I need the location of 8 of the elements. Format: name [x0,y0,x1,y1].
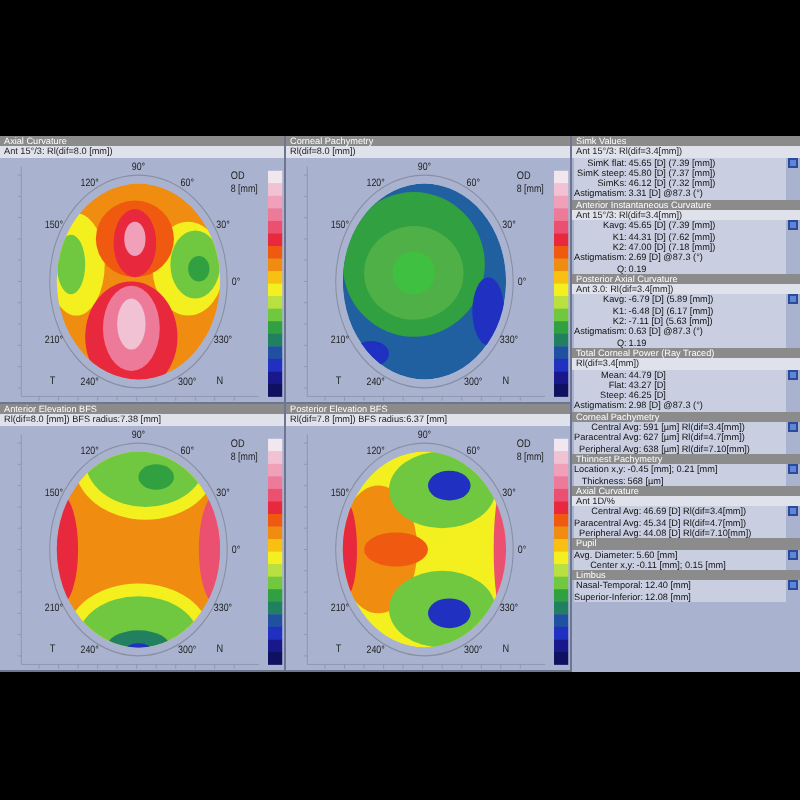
options-button[interactable] [788,220,798,231]
options-button[interactable] [788,422,798,433]
options-button[interactable] [788,580,798,591]
options-button[interactable] [788,294,798,305]
options-button[interactable] [788,369,798,380]
options-button[interactable] [788,506,798,517]
options-button[interactable] [788,157,798,168]
options-button[interactable] [788,464,798,475]
